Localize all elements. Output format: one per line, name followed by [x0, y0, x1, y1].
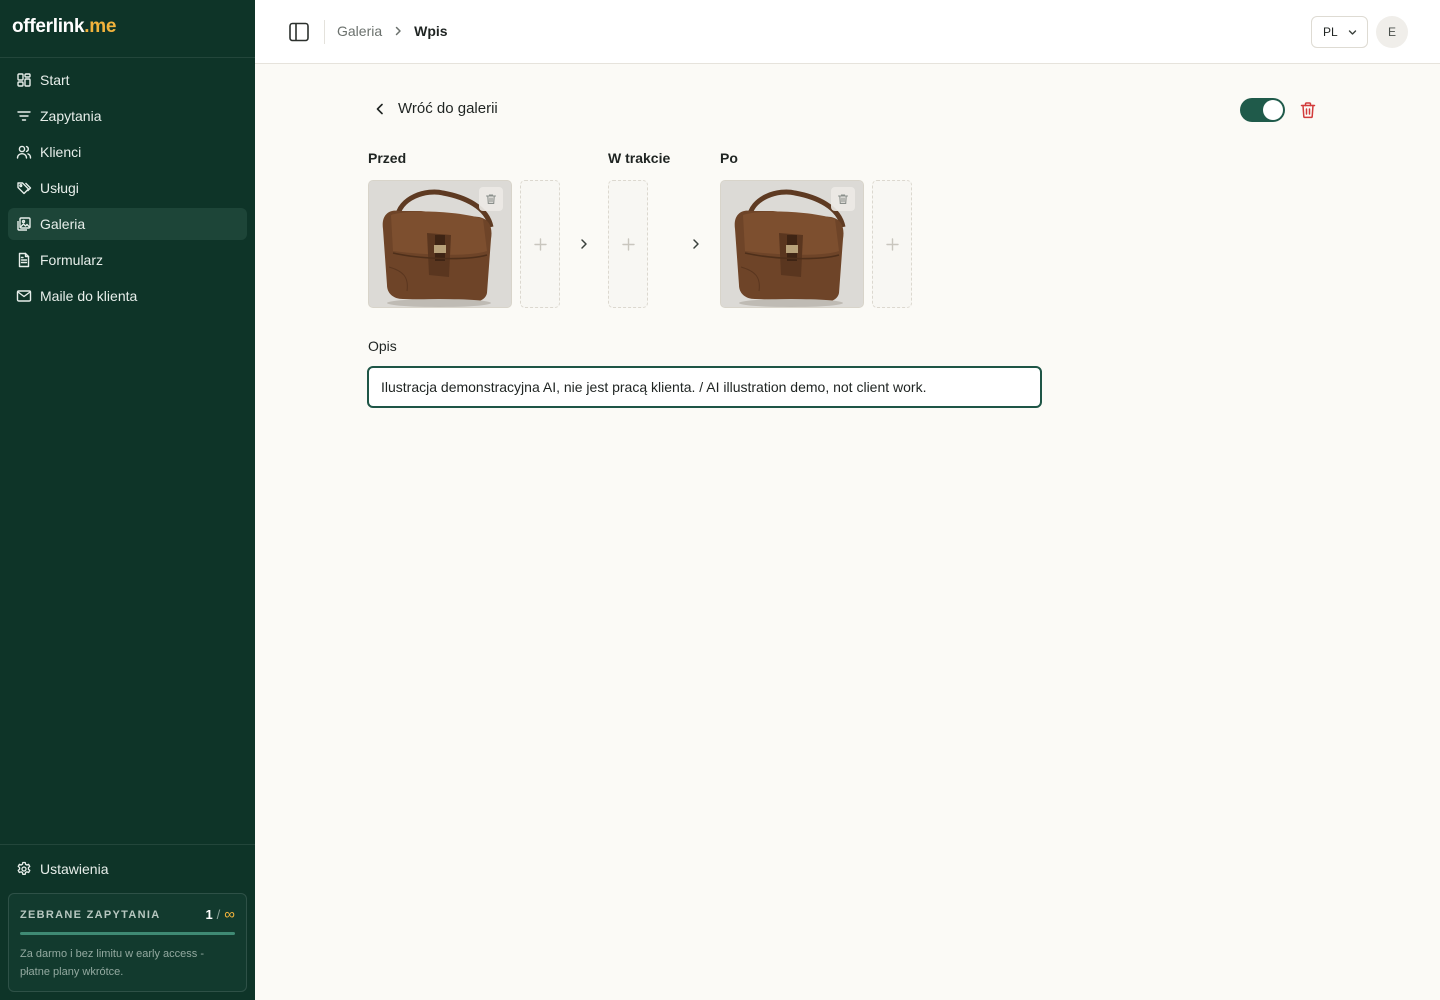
sidebar-item-uslugi[interactable]: Usługi [8, 172, 247, 204]
add-during-photo-button[interactable] [608, 180, 648, 308]
sidebar-item-ustawienia[interactable]: Ustawienia [8, 853, 247, 885]
sidebar-item-klienci[interactable]: Klienci [8, 136, 247, 168]
top-header: Galeria Wpis PL E [255, 0, 1440, 64]
users-icon [16, 145, 32, 159]
filter-lines-icon [17, 111, 31, 121]
plus-icon [885, 237, 899, 251]
stage-label-after: Po [720, 150, 738, 166]
chevron-right-icon [693, 239, 699, 249]
sidebar-item-label: Maile do klienta [40, 288, 138, 304]
sidebar: offerlink.me Start Zapytania Klienci Usł… [0, 0, 255, 1000]
quota-slash: / [216, 907, 221, 922]
sidebar-settings: Ustawienia [8, 853, 247, 889]
sidebar-item-galeria[interactable]: Galeria [8, 208, 247, 240]
tags-icon [17, 182, 32, 195]
infinity-icon: ∞ [224, 906, 235, 923]
gear-icon [17, 861, 31, 875]
sidebar-item-start[interactable]: Start [8, 64, 247, 96]
quota-progress [20, 932, 235, 935]
sidebar-item-formularz[interactable]: Formularz [8, 244, 247, 276]
sidebar-item-maile[interactable]: Maile do klienta [8, 280, 247, 312]
sidebar-item-zapytania[interactable]: Zapytania [8, 100, 247, 132]
chevron-right-icon [395, 26, 401, 36]
stage-label-during: W trakcie [608, 150, 671, 166]
toggle-knob [1263, 100, 1283, 120]
sidebar-item-label: Usługi [40, 180, 79, 196]
trash-icon [837, 194, 849, 205]
quota-count: 1/∞ [205, 906, 235, 923]
sidebar-item-label: Zapytania [40, 108, 102, 124]
sidebar-item-label: Galeria [40, 216, 86, 232]
stage-label-before: Przed [368, 150, 407, 166]
mail-icon [16, 290, 32, 302]
add-before-photo-button[interactable] [520, 180, 560, 308]
chevron-left-icon [376, 103, 383, 114]
quota-card: ZEBRANE ZAPYTANIA 1/∞ Za darmo i bez lim… [8, 893, 247, 992]
sidebar-divider [0, 57, 255, 58]
header-divider [324, 20, 325, 44]
description-label: Opis [368, 338, 397, 354]
after-photo[interactable] [720, 180, 864, 308]
delete-photo-button[interactable] [479, 187, 503, 211]
app-logo[interactable]: offerlink.me [12, 16, 116, 38]
back-to-gallery-link[interactable]: Wróć do galerii [372, 100, 498, 117]
back-label: Wróć do galerii [398, 100, 498, 117]
images-icon [17, 217, 31, 231]
plus-icon [621, 237, 635, 251]
breadcrumb-current: Wpis [414, 23, 448, 39]
chevron-right-icon [581, 239, 587, 249]
chevron-down-icon [1348, 30, 1357, 35]
plus-icon [533, 237, 547, 251]
sidebar-divider [0, 844, 255, 845]
sidebar-nav: Start Zapytania Klienci Usługi Galeria F… [8, 64, 247, 316]
delete-photo-button[interactable] [831, 187, 855, 211]
quota-label: ZEBRANE ZAPYTANIA [20, 908, 161, 921]
language-value: PL [1323, 25, 1338, 39]
trash-icon [485, 194, 497, 205]
language-select[interactable]: PL [1311, 16, 1368, 48]
publish-toggle[interactable] [1240, 98, 1285, 122]
document-icon [18, 252, 30, 268]
breadcrumb-galeria[interactable]: Galeria [337, 23, 382, 39]
before-photo[interactable] [368, 180, 512, 308]
sidebar-item-label: Klienci [40, 144, 82, 160]
sidebar-item-label: Ustawienia [40, 861, 109, 877]
description-input[interactable] [367, 366, 1042, 408]
quota-note: Za darmo i bez limitu w early access - p… [20, 948, 204, 978]
delete-entry-icon[interactable] [1299, 101, 1317, 119]
quota-progress-fill [20, 932, 235, 935]
breadcrumb: Galeria Wpis [337, 23, 448, 39]
quota-value: 1 [205, 907, 213, 922]
dashboard-icon [17, 73, 31, 87]
sidebar-item-label: Formularz [40, 252, 104, 268]
avatar[interactable]: E [1376, 16, 1408, 48]
sidebar-toggle-icon[interactable] [288, 21, 310, 43]
sidebar-item-label: Start [40, 72, 70, 88]
add-after-photo-button[interactable] [872, 180, 912, 308]
